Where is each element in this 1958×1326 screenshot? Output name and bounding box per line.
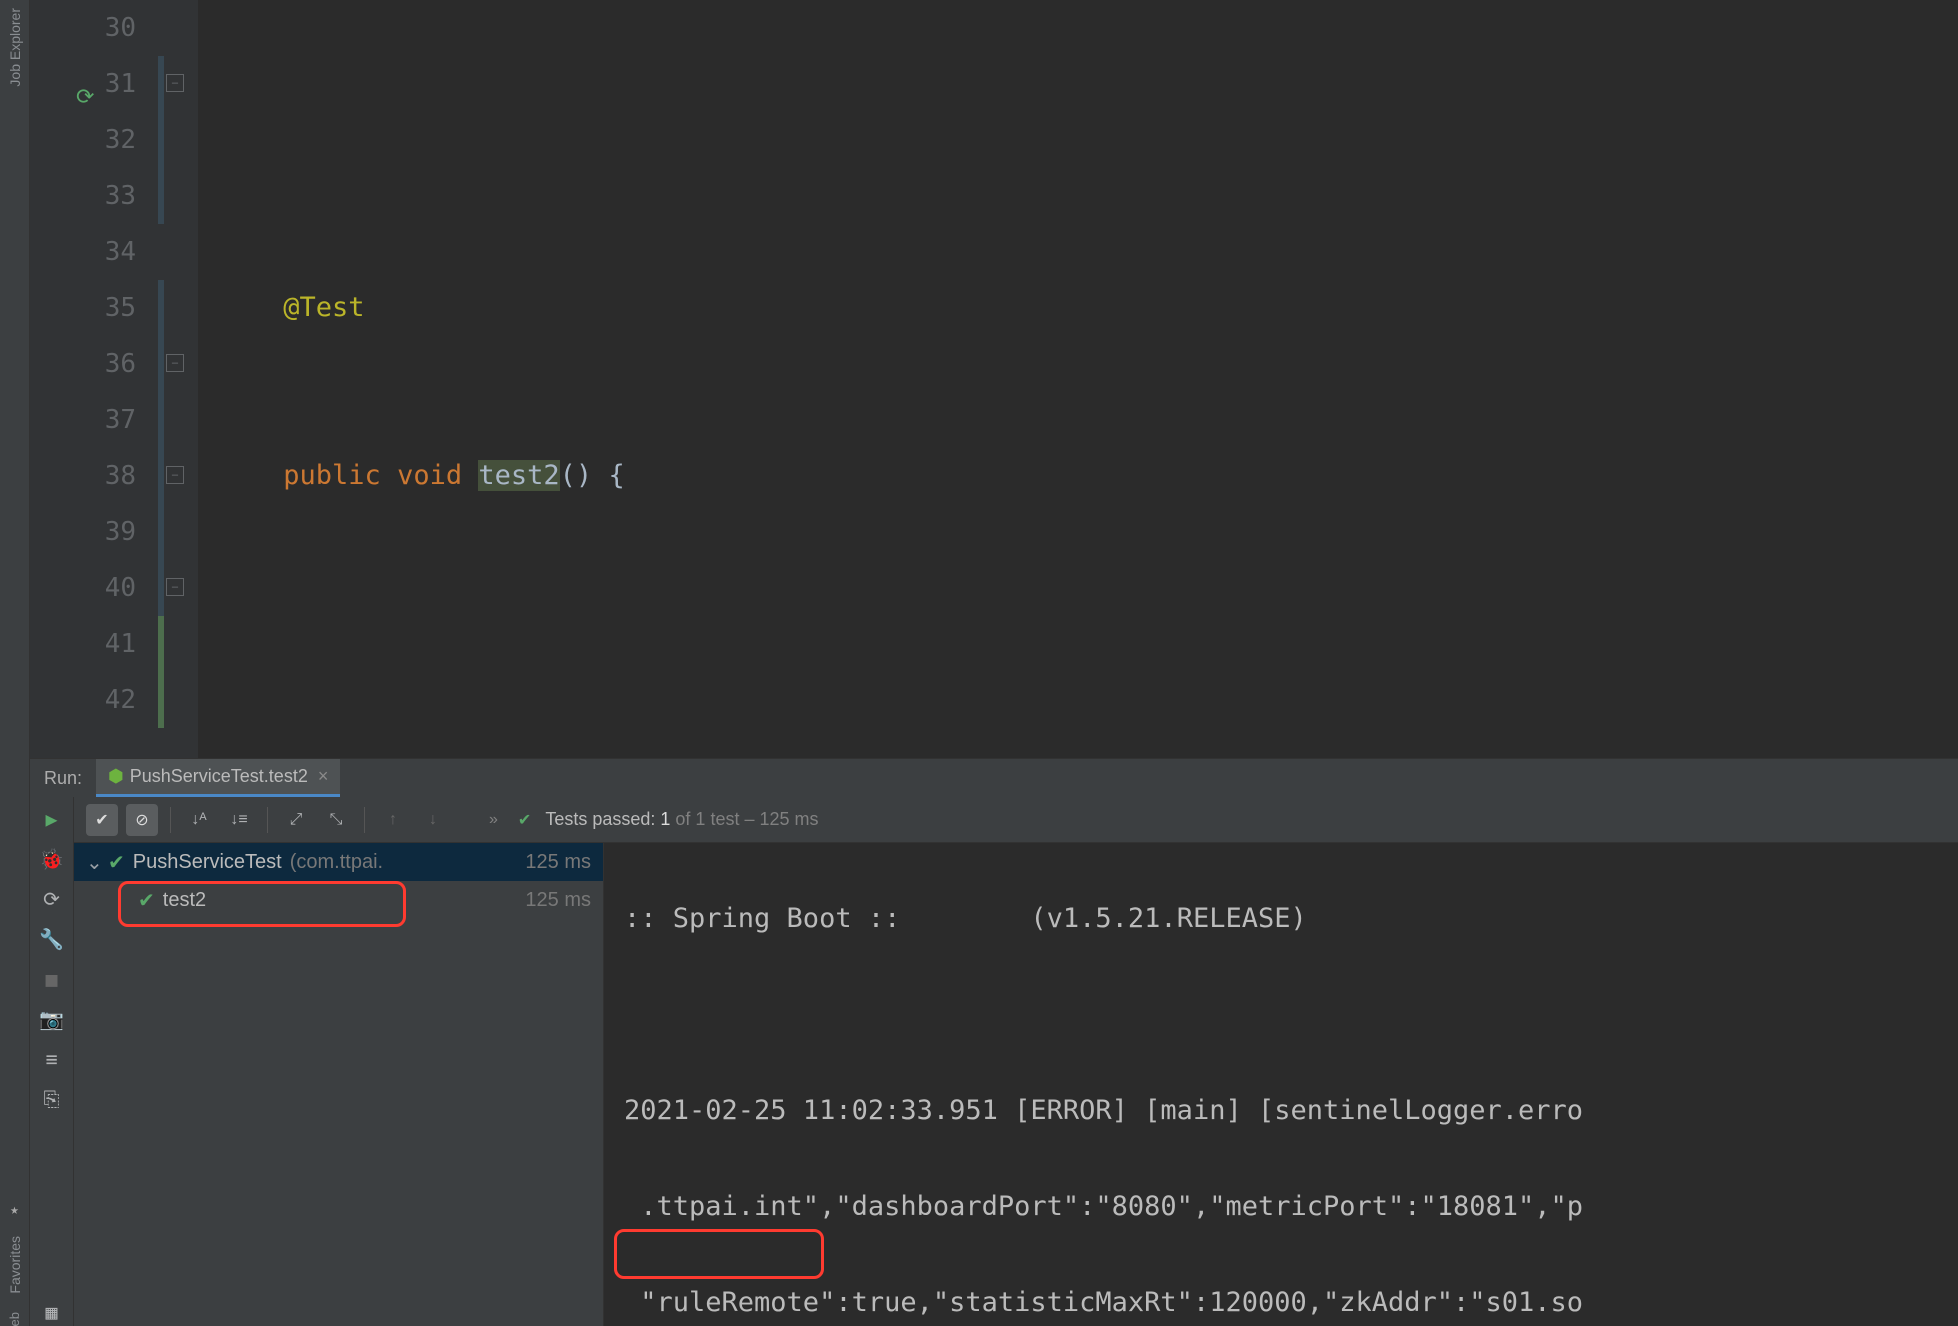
show-ignored-icon[interactable]: ⊘	[126, 804, 158, 836]
spring-icon: ⬢	[108, 766, 124, 787]
rerun-button[interactable]: ⟳	[38, 885, 66, 913]
collapse-all-icon[interactable]: ⤡	[320, 804, 352, 836]
fold-marker-icon[interactable]: −	[166, 74, 184, 92]
run-tab-title: PushServiceTest.test2	[130, 766, 308, 787]
line-number: 41	[30, 616, 136, 672]
line-number: 30	[30, 0, 136, 56]
sort-icon[interactable]: ↓ᴬ	[183, 804, 215, 836]
line-number-gutter: 30 31⟳ 32 33 34 35 36 37 38 39 40 41 42	[30, 0, 158, 758]
fold-marker-icon[interactable]: −	[166, 578, 184, 596]
layout-button[interactable]: ▦	[38, 1298, 66, 1326]
close-icon[interactable]: ×	[318, 766, 329, 787]
sort-duration-icon[interactable]: ↓≡	[223, 804, 255, 836]
fold-marker-icon[interactable]: −	[166, 466, 184, 484]
line-number: 31⟳	[30, 56, 136, 112]
test-duration: 125 ms	[525, 851, 591, 874]
run-tab[interactable]: ⬢ PushServiceTest.test2 ×	[96, 759, 340, 797]
line-number: 40	[30, 560, 136, 616]
code-content[interactable]: @Test public void test2() { Integer a = …	[198, 0, 1958, 758]
dump-button[interactable]: 📷	[38, 1005, 66, 1033]
exit-button[interactable]: ⎘	[38, 1085, 66, 1113]
run-button[interactable]: ▶	[38, 805, 66, 833]
test-tree[interactable]: ⌄ ✔ PushServiceTest (com.ttpai. 125 ms ✔…	[74, 843, 604, 1326]
line-number: 36	[30, 336, 136, 392]
console-text: :: Spring Boot ::	[624, 903, 900, 934]
console-text: (v1.5.21.RELEASE)	[1030, 903, 1306, 934]
run-label: Run:	[30, 768, 96, 789]
log-line: 2021-02-25 11:02:33.951 [ERROR] [main] […	[624, 1087, 1938, 1135]
chevron-down-icon[interactable]: ⌄	[86, 850, 100, 875]
log-line: .ttpai.int","dashboardPort":"8080","metr…	[624, 1183, 1938, 1231]
annotation: @Test	[283, 292, 364, 323]
method-name: test2	[478, 460, 559, 491]
job-explorer-tab[interactable]: Job Explorer	[7, 8, 23, 87]
run-tool-window: Run: ⬢ PushServiceTest.test2 × ▶ 🐞 ⟳ 🔧 ■…	[30, 758, 1958, 1326]
star-icon: ★	[10, 1202, 18, 1218]
test-tree-root[interactable]: ⌄ ✔ PushServiceTest (com.ttpai. 125 ms	[74, 843, 603, 881]
keyword-void: void	[397, 460, 462, 491]
test-method-name: test2	[163, 889, 206, 912]
code-text: () {	[560, 460, 625, 491]
run-tabs-bar: Run: ⬢ PushServiceTest.test2 ×	[30, 759, 1958, 797]
console-output[interactable]: :: Spring Boot :: (v1.5.21.RELEASE) 2021…	[604, 843, 1958, 1326]
keyword-public: public	[283, 460, 381, 491]
fold-marker-icon[interactable]: −	[166, 354, 184, 372]
check-icon: ✔	[138, 888, 155, 913]
expand-all-icon[interactable]: ⤢	[280, 804, 312, 836]
check-icon: ✔	[108, 850, 125, 875]
favorites-tab[interactable]: Favorites	[7, 1236, 23, 1294]
prev-test-icon[interactable]: ↑	[377, 804, 409, 836]
line-number: 34	[30, 224, 136, 280]
line-number: 32	[30, 112, 136, 168]
debug-button[interactable]: 🐞	[38, 845, 66, 873]
left-tool-stripe: Job Explorer ★ Favorites eb	[0, 0, 30, 1326]
test-package: (com.ttpai.	[290, 851, 383, 874]
test-duration: 125 ms	[525, 889, 591, 912]
fold-gutter: − − − −	[158, 0, 198, 758]
analyze-button[interactable]: ≡	[38, 1045, 66, 1073]
line-number: 39	[30, 504, 136, 560]
web-tab-icon[interactable]: eb	[7, 1312, 22, 1326]
test-class-name: PushServiceTest	[133, 851, 282, 874]
check-icon: ✔	[518, 810, 531, 830]
line-number: 37	[30, 392, 136, 448]
show-passed-icon[interactable]: ✔	[86, 804, 118, 836]
more-icon[interactable]: »	[489, 811, 498, 829]
run-side-toolbar: ▶ 🐞 ⟳ 🔧 ■ 📷 ≡ ⎘ ▦	[30, 797, 74, 1326]
test-tree-item[interactable]: ✔ test2 125 ms	[74, 881, 603, 919]
line-number: 42	[30, 672, 136, 728]
line-number: 38	[30, 448, 136, 504]
line-number: 35	[30, 280, 136, 336]
annotation-highlight	[614, 1229, 824, 1279]
next-test-icon[interactable]: ↓	[417, 804, 449, 836]
tests-status-text: Tests passed: 1 of 1 test – 125 ms	[545, 809, 818, 830]
log-line: "ruleRemote":true,"statisticMaxRt":12000…	[624, 1279, 1938, 1326]
line-number: 33	[30, 168, 136, 224]
stop-button[interactable]: ■	[38, 965, 66, 993]
settings-button[interactable]: 🔧	[38, 925, 66, 953]
code-editor[interactable]: 30 31⟳ 32 33 34 35 36 37 38 39 40 41 42 …	[30, 0, 1958, 758]
run-top-toolbar: ✔ ⊘ ↓ᴬ ↓≡ ⤢ ⤡ ↑ ↓ » ✔ Tests passed:	[74, 797, 1958, 843]
